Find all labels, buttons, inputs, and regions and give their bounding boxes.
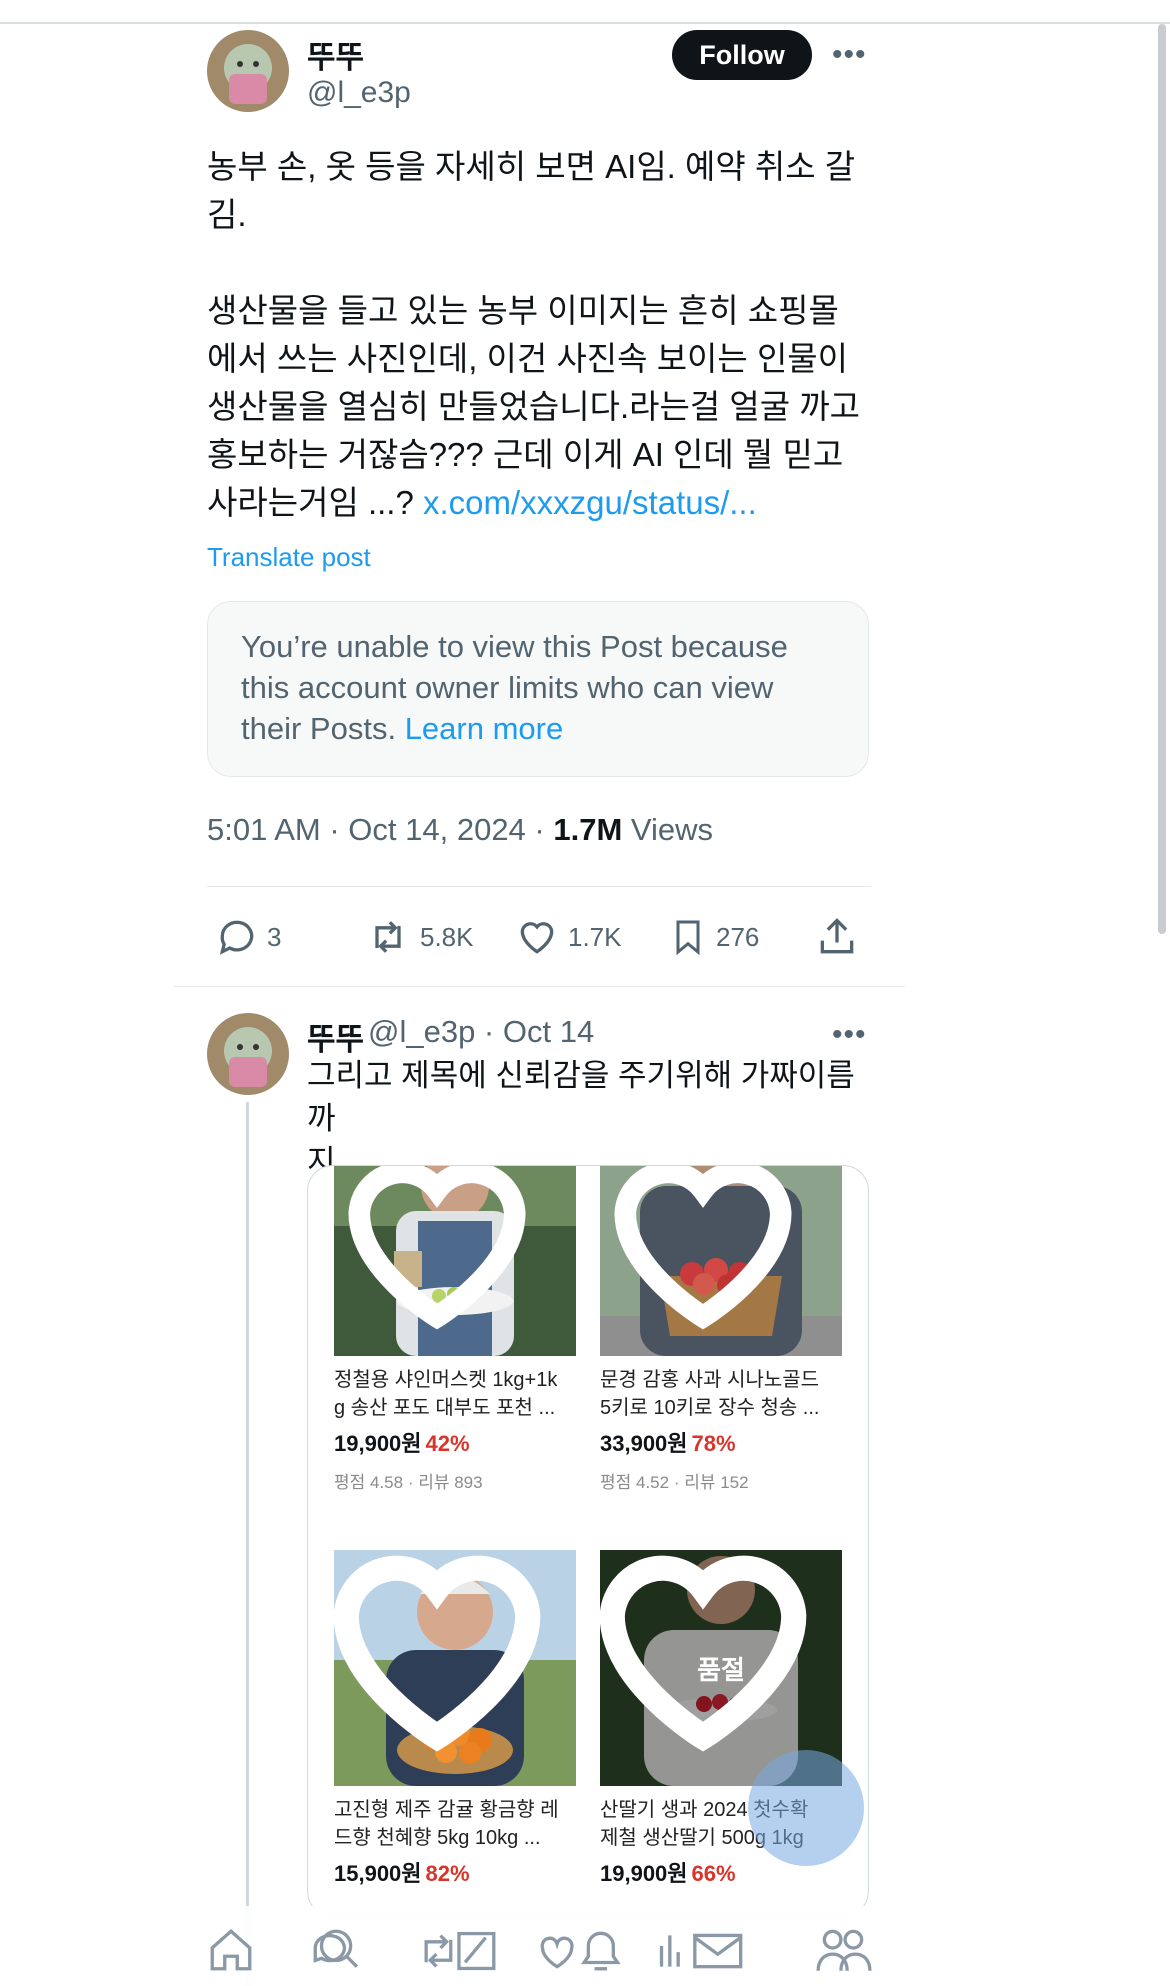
product-title: 드향 천혜향 5kg 10kg ... — [334, 1827, 541, 1849]
divider — [207, 886, 871, 887]
top-divider — [0, 22, 1170, 24]
wishlist-heart-icon[interactable] — [600, 1166, 824, 1334]
avatar[interactable] — [207, 1013, 289, 1095]
product-price: 15,900원 — [334, 1861, 422, 1886]
tweet-line: 에서 쓰는 사진인데, 이건 사진속 보이는 인물이 — [207, 340, 849, 377]
tweet-line: 농부 손, 옷 등을 자세히 보면 AI임. 예약 취소 갈 — [207, 148, 856, 185]
product-card[interactable]: 문경 감홍 사과 시나노골드 5키로 10키로 장수 청송 ... 33,900원… — [600, 1166, 842, 1493]
like-button[interactable]: 1.7K — [514, 915, 622, 959]
bookmark-count: 276 — [716, 921, 760, 952]
product-title: g 송산 포도 대부도 포천 ... — [334, 1397, 556, 1419]
product-price: 19,900원 — [600, 1861, 688, 1886]
follow-button[interactable]: Follow — [672, 30, 812, 80]
communities-icon[interactable] — [814, 1925, 872, 1975]
product-card[interactable]: 고진형 제주 감귤 황금향 레드향 천혜향 5kg 10kg ... 15,90… — [334, 1550, 576, 1888]
avatar[interactable] — [207, 30, 289, 112]
home-icon[interactable] — [206, 1925, 256, 1975]
more-options-icon[interactable]: ••• — [832, 38, 867, 72]
views-label: Views — [622, 812, 714, 847]
product-price: 33,900원 — [600, 1431, 688, 1456]
product-discount: 42% — [425, 1431, 470, 1456]
bookmark-button[interactable]: 276 — [668, 915, 759, 959]
views-count: 1.7M — [553, 812, 623, 847]
messages-icon[interactable] — [652, 1925, 746, 1975]
scrollbar[interactable] — [1158, 24, 1166, 934]
wishlist-heart-icon[interactable] — [600, 1550, 824, 1764]
display-name[interactable]: 뚜뚜 — [307, 32, 364, 77]
repost-count: 5.8K — [420, 921, 474, 952]
product-rating: 평점 4.58 · 리뷰 893 — [334, 1473, 483, 1492]
repost-icon — [375, 921, 401, 953]
floating-action-button[interactable] — [748, 1750, 864, 1866]
share-icon — [820, 918, 854, 954]
learn-more-link[interactable]: Learn more — [405, 711, 564, 746]
bookmark-icon — [676, 920, 700, 956]
share-button[interactable] — [815, 915, 867, 959]
post-timestamp[interactable]: 5:01 AM · Oct 14, 2024 · — [207, 812, 553, 847]
reply-count: 3 — [267, 921, 282, 952]
product-image — [334, 1166, 576, 1356]
post-meta: 5:01 AM · Oct 14, 2024 · 1.7M Views — [207, 812, 713, 848]
product-discount: 78% — [691, 1431, 736, 1456]
product-image — [334, 1550, 576, 1786]
status-link[interactable]: x.com/xxxzgu/status/... — [423, 484, 757, 521]
display-name[interactable]: 뚜뚜 — [307, 1014, 364, 1059]
repost-compose-icon[interactable] — [420, 1925, 502, 1975]
product-title: 고진형 제주 감귤 황금향 레 — [334, 1799, 559, 1821]
product-discount: 66% — [691, 1861, 736, 1886]
wishlist-heart-icon[interactable] — [334, 1166, 558, 1334]
quoted-post-unavailable: You’re unable to view this Post because … — [207, 601, 869, 777]
product-rating: 평점 4.52 · 리뷰 152 — [600, 1473, 749, 1492]
reply-icon — [219, 920, 254, 955]
tweet-line: 사라는거임 ...? — [207, 484, 423, 521]
thread-line — [246, 1102, 249, 1986]
tweet-line: 생산물을 들고 있는 농부 이미지는 흔히 쇼핑몰 — [207, 292, 839, 329]
divider — [174, 986, 905, 987]
more-options-icon[interactable]: ••• — [832, 1018, 867, 1052]
repost-button[interactable]: 5.8K — [364, 915, 474, 959]
product-price: 19,900원 — [334, 1431, 422, 1456]
reply-line: 그리고 제목에 신뢰감을 주기위해 가짜이름까 — [307, 1058, 855, 1136]
reply-button[interactable]: 3 — [215, 915, 281, 959]
tweet-line: 김. — [207, 196, 247, 233]
like-count: 1.7K — [568, 921, 622, 952]
tweet-text: 농부 손, 옷 등을 자세히 보면 AI임. 예약 취소 갈 김. 생산물을 들… — [207, 143, 877, 527]
notifications-icon[interactable] — [538, 1925, 622, 1975]
search-icon[interactable] — [308, 1925, 360, 1975]
tweet-line: 생산물을 열심히 만들었습니다.라는걸 얼굴 까고 — [207, 388, 861, 425]
product-card[interactable]: 정철용 샤인머스켓 1kg+1k g 송산 포도 대부도 포천 ... 19,90… — [334, 1166, 576, 1493]
product-discount: 82% — [425, 1861, 470, 1886]
reply-meta[interactable]: @l_e3p · Oct 14 — [368, 1014, 594, 1050]
translate-post-link[interactable]: Translate post — [207, 542, 371, 573]
tweet-line: 홍보하는 거잖슴??? 근데 이게 AI 인데 뭘 믿고 — [207, 436, 844, 473]
product-title: 문경 감홍 사과 시나노골드 — [600, 1369, 820, 1391]
reply-text: 그리고 제목에 신뢰감을 주기위해 가짜이름까 지 ... — [307, 1054, 877, 1183]
heart-icon — [520, 922, 554, 954]
product-image — [600, 1166, 842, 1356]
user-handle[interactable]: @l_e3p — [307, 76, 411, 110]
product-title: 5키로 10키로 장수 청송 ... — [600, 1397, 820, 1419]
product-title: 정철용 샤인머스켓 1kg+1k — [334, 1369, 558, 1391]
wishlist-heart-icon[interactable] — [334, 1550, 558, 1764]
